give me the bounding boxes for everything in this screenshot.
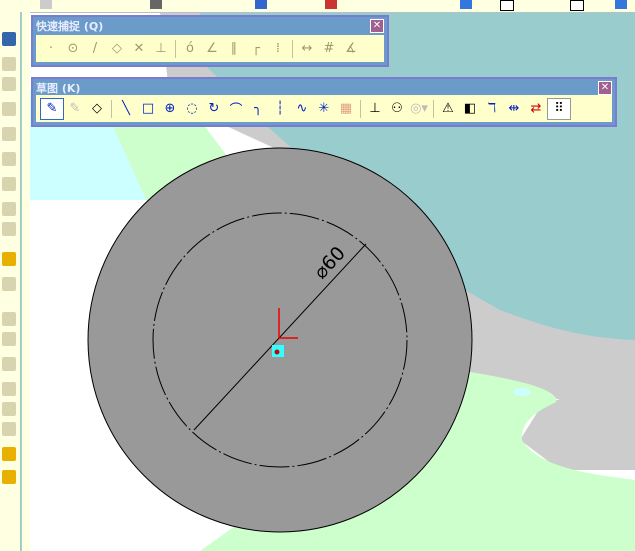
rapid-snaps-icon[interactable]: ⠿: [547, 97, 571, 120]
sketch-picture-icon[interactable]: ▦: [335, 99, 357, 119]
feature-icon[interactable]: [2, 102, 16, 116]
feature-icon[interactable]: [2, 202, 16, 216]
angle-snap-icon[interactable]: ∡: [340, 39, 362, 59]
quick-snaps-toolbar: 快速捕捉 (Q) ✕ · ⊙ / ◇ ✕ ⊥ ό ∠ ∥ ┌ ⁞ ↔ # ∡: [31, 15, 389, 67]
circle-icon[interactable]: ⊕: [159, 99, 181, 119]
intersection-snap-icon[interactable]: ✕: [128, 39, 150, 59]
view-icon[interactable]: [615, 0, 627, 9]
cyan-spot: [513, 388, 531, 396]
feature-icon[interactable]: [2, 222, 16, 236]
perimeter-circle-icon[interactable]: ◌: [181, 99, 203, 119]
separator: [175, 39, 176, 58]
tangent-arc-icon[interactable]: ╮: [247, 99, 269, 119]
centerpoint-arc-icon[interactable]: ↻: [203, 99, 225, 119]
close-button[interactable]: ✕: [598, 81, 612, 95]
origin-point[interactable]: [274, 349, 280, 355]
feature-icon[interactable]: [2, 127, 16, 141]
sketch-toolbar: 草图 (K) ✕ ✎ ✎ ◇ ╲ □ ⊕ ◌ ↻ ⌒ ╮ ┆ ∿ ✳ ▦ ⊥ ⚇…: [31, 77, 617, 127]
feature-icon[interactable]: [2, 312, 16, 326]
display-relations-icon[interactable]: ⚇: [386, 99, 408, 119]
perpendicular-snap-icon[interactable]: ∠: [201, 39, 223, 59]
horizontal-vertical-snap-icon[interactable]: ┌: [245, 39, 267, 59]
feature-icon[interactable]: [2, 382, 16, 396]
grid-snap-icon[interactable]: #: [318, 39, 340, 59]
line-icon[interactable]: ╲: [115, 99, 137, 119]
view-icon[interactable]: [570, 0, 584, 11]
feature-icon[interactable]: [2, 402, 16, 416]
outer-circle[interactable]: [87, 147, 473, 533]
separator: [292, 39, 293, 58]
move-entities-icon[interactable]: ⇄: [525, 99, 547, 119]
feature-icon[interactable]: [2, 277, 16, 291]
trim-icon[interactable]: ℸ: [481, 99, 503, 119]
feature-icon[interactable]: [2, 77, 16, 91]
feature-icon[interactable]: [2, 332, 16, 346]
separator: [433, 99, 434, 118]
view-icon[interactable]: [460, 0, 472, 9]
point-icon[interactable]: ✳: [313, 99, 335, 119]
midpoint-snap-icon[interactable]: /: [84, 39, 106, 59]
view-icon[interactable]: [500, 0, 514, 11]
feature-icon[interactable]: [2, 177, 16, 191]
toolbar-icon[interactable]: [325, 0, 337, 9]
convert-entities-icon[interactable]: ◧: [459, 99, 481, 119]
feature-icon[interactable]: [2, 422, 16, 436]
feature-icon[interactable]: [2, 252, 16, 266]
tangent-snap-icon[interactable]: ό: [179, 39, 201, 59]
feature-icon[interactable]: [2, 152, 16, 166]
3d-sketch-icon[interactable]: ✎: [64, 99, 86, 119]
smart-dimension-icon[interactable]: ◇: [86, 99, 108, 119]
feature-icon[interactable]: [2, 357, 16, 371]
feature-icon[interactable]: [2, 470, 16, 484]
parallel-snap-icon[interactable]: ∥: [223, 39, 245, 59]
feature-icon[interactable]: [2, 57, 16, 71]
quadrant-snap-icon[interactable]: ◇: [106, 39, 128, 59]
toolbar-title[interactable]: 草图 (K): [36, 80, 80, 96]
close-button[interactable]: ✕: [370, 19, 384, 33]
feature-icon[interactable]: [2, 447, 16, 461]
separator: [111, 99, 112, 118]
nearest-snap-icon[interactable]: ⊥: [150, 39, 172, 59]
extrude-icon[interactable]: [2, 32, 16, 46]
sketch-icon[interactable]: ✎: [40, 97, 64, 120]
toolbar-icon[interactable]: [255, 0, 267, 9]
separator: [360, 99, 361, 118]
toolbar-icon[interactable]: [150, 0, 162, 9]
offset-icon[interactable]: ◎▾: [408, 99, 430, 119]
toolbar-title[interactable]: 快速捕捉 (Q): [36, 18, 103, 34]
top-toolbar: [0, 0, 635, 13]
extend-icon[interactable]: ⇹: [503, 99, 525, 119]
rectangle-icon[interactable]: □: [137, 99, 159, 119]
mirror-icon[interactable]: ⚠: [437, 99, 459, 119]
left-feature-toolbar: [0, 12, 21, 551]
point-snap-icon[interactable]: ·: [40, 39, 62, 59]
grid-corner-snap-icon[interactable]: ⁞: [267, 39, 289, 59]
spline-icon[interactable]: ∿: [291, 99, 313, 119]
length-snap-icon[interactable]: ↔: [296, 39, 318, 59]
centerline-icon[interactable]: ┆: [269, 99, 291, 119]
center-snap-icon[interactable]: ⊙: [62, 39, 84, 59]
add-relation-icon[interactable]: ⊥: [364, 99, 386, 119]
3-point-arc-icon[interactable]: ⌒: [225, 99, 247, 119]
toolbar-icon[interactable]: [40, 0, 52, 9]
